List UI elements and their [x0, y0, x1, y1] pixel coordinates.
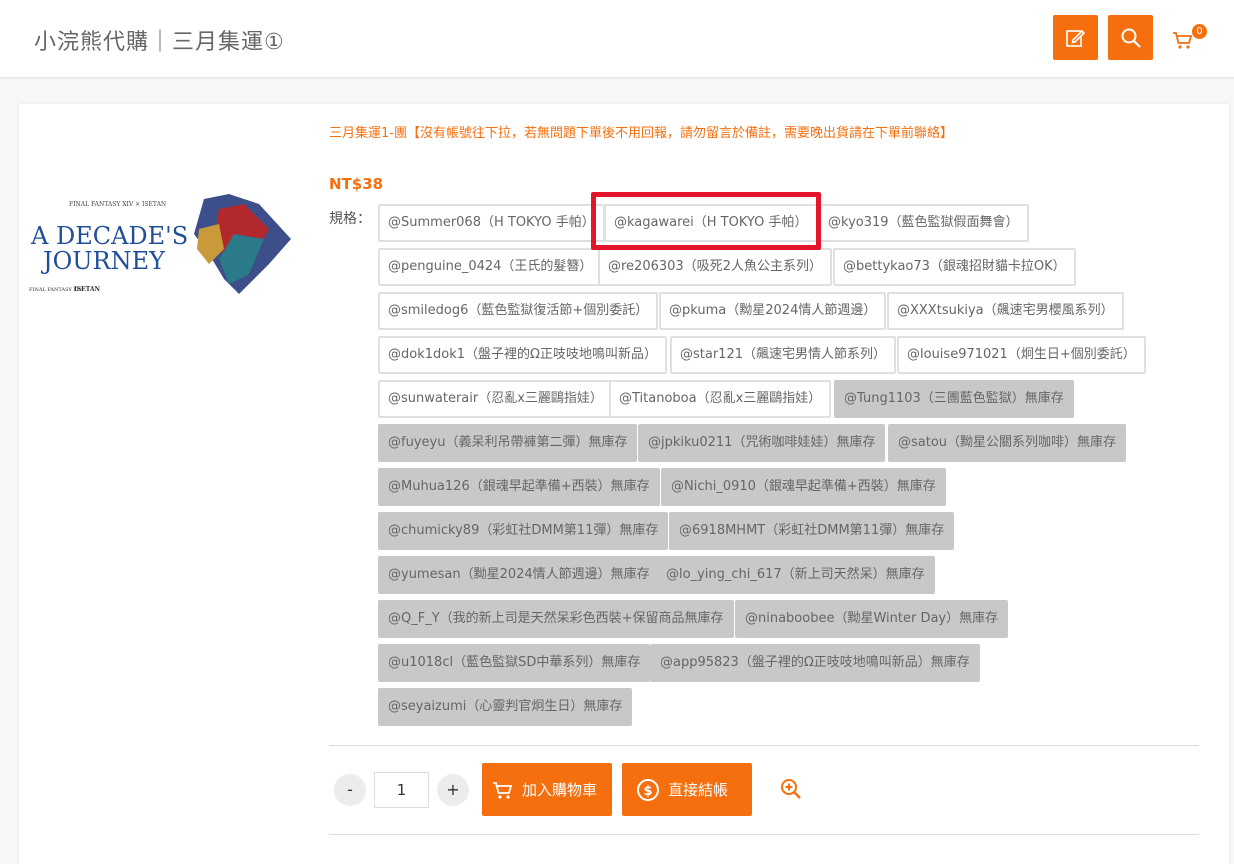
- spec-option[interactable]: @pkuma（黝星2024情人節週邊）: [659, 292, 887, 330]
- spec-option[interactable]: @louise971021（炯生日+個別委託）: [897, 336, 1146, 374]
- spec-option-out-of-stock[interactable]: @lo_ying_chi_617（新上司天然呆）無庫存: [656, 556, 935, 594]
- spec-option[interactable]: @star121（飆速宅男情人節系列）: [670, 336, 896, 374]
- dollar-coin-icon: $: [637, 778, 659, 801]
- spec-option[interactable]: @kyo319（藍色監獄假面舞會）: [818, 204, 1029, 242]
- product-image: FINAL FANTASY XIV × ISETAN A DECADE'S JO…: [29, 194, 291, 294]
- svg-text:$: $: [643, 784, 652, 799]
- product-card: FINAL FANTASY XIV × ISETAN A DECADE'S JO…: [19, 104, 1229, 864]
- spec-option[interactable]: @dok1dok1（盤子裡的Ω正吱吱地鳴叫新品）: [378, 336, 667, 374]
- divider: [329, 834, 1199, 835]
- quantity-input[interactable]: 1: [374, 772, 429, 808]
- checkout-label: 直接結帳: [668, 781, 729, 799]
- spec-option-out-of-stock[interactable]: @seyaizumi（心靈判官炯生日）無庫存: [378, 688, 633, 726]
- spec-option[interactable]: @kagawarei（H TOKYO 手帕）: [604, 204, 818, 242]
- spec-option-out-of-stock[interactable]: @satou（黝星公關系列咖啡）無庫存: [888, 424, 1127, 462]
- checkout-button[interactable]: $ 直接結帳: [622, 763, 752, 816]
- spec-option[interactable]: @bettykao73（銀魂招財貓卡拉OK）: [833, 248, 1076, 286]
- cart-icon: [493, 781, 513, 799]
- spec-option[interactable]: @Summer068（H TOKYO 手帕）: [378, 204, 605, 242]
- svg-text:A DECADE'S: A DECADE'S: [30, 222, 188, 250]
- edit-button[interactable]: [1053, 15, 1098, 60]
- spec-option-out-of-stock[interactable]: @yumesan（黝星2024情人節週邊）無庫存: [378, 556, 660, 594]
- spec-option-out-of-stock[interactable]: @app95823（盤子裡的Ω正吱吱地鳴叫新品）無庫存: [650, 644, 980, 682]
- search-button[interactable]: [1108, 15, 1153, 60]
- cart-button[interactable]: 0: [1172, 24, 1208, 54]
- divider: [329, 745, 1199, 746]
- product-price: NT$38: [329, 175, 384, 193]
- search-icon: [1121, 28, 1141, 48]
- spec-option[interactable]: @XXXtsukiya（飆速宅男櫻風系列）: [887, 292, 1124, 330]
- top-header: 小浣熊代購｜三月集運① 0: [0, 0, 1234, 78]
- spec-option[interactable]: @penguine_0424（王氏的髮簪）: [378, 248, 603, 286]
- zoom-in-icon[interactable]: [779, 777, 803, 801]
- quantity-decrease-button[interactable]: -: [334, 774, 366, 806]
- spec-option-out-of-stock[interactable]: @Muhua126（銀魂早起準備+西裝）無庫存: [378, 468, 660, 506]
- site-title[interactable]: 小浣熊代購｜三月集運①: [34, 24, 285, 56]
- spec-option-out-of-stock[interactable]: @ninaboobee（黝星Winter Day）無庫存: [735, 600, 1009, 638]
- spec-option[interactable]: @Titanoboa（忍亂x三麗鷗指娃）: [609, 380, 832, 418]
- quantity-increase-button[interactable]: +: [437, 774, 469, 806]
- spec-option-out-of-stock[interactable]: @jpkiku0211（咒術咖啡娃娃）無庫存: [638, 424, 886, 462]
- cart-icon: [1173, 32, 1193, 49]
- add-to-cart-button[interactable]: 加入購物車: [482, 763, 612, 816]
- cart-count-badge: 0: [1192, 24, 1207, 39]
- svg-text:ISETAN: ISETAN: [74, 286, 101, 293]
- product-title: 三月集運1-團【沒有帳號往下拉，若無問題下單後不用回報，請勿留言於備註，需要晚出…: [329, 126, 953, 141]
- spec-option-out-of-stock[interactable]: @fuyeyu（義呆利吊帶褲第二彈）無庫存: [378, 424, 638, 462]
- spec-label: 規格：: [329, 211, 371, 227]
- spec-option-out-of-stock[interactable]: @6918MHMT（彩虹社DMM第11彈）無庫存: [669, 512, 955, 550]
- svg-text:JOURNEY: JOURNEY: [40, 247, 166, 275]
- spec-option-out-of-stock[interactable]: @chumicky89（彩虹社DMM第11彈）無庫存: [378, 512, 669, 550]
- spec-option-out-of-stock[interactable]: @Nichi_0910（銀魂早起準備+西裝）無庫存: [661, 468, 946, 506]
- spec-option-out-of-stock[interactable]: @u1018cl（藍色監獄SD中華系列）無庫存: [378, 644, 651, 682]
- svg-text:FINAL FANTASY XIV × ISETAN: FINAL FANTASY XIV × ISETAN: [69, 201, 166, 208]
- spec-option[interactable]: @sunwaterair（忍亂x三麗鷗指娃）: [378, 380, 613, 418]
- spec-option[interactable]: @smiledog6（藍色監獄復活節+個別委託）: [378, 292, 659, 330]
- edit-icon: [1065, 29, 1085, 47]
- spec-option-out-of-stock[interactable]: @Q_F_Y（我的新上司是天然呆彩色西裝+保留商品無庫存: [378, 600, 734, 638]
- add-to-cart-label: 加入購物車: [522, 781, 598, 799]
- spec-option[interactable]: @re206303（吸死2人魚公主系列）: [598, 248, 832, 286]
- spec-option-out-of-stock[interactable]: @Tung1103（三團藍色監獄）無庫存: [834, 380, 1074, 418]
